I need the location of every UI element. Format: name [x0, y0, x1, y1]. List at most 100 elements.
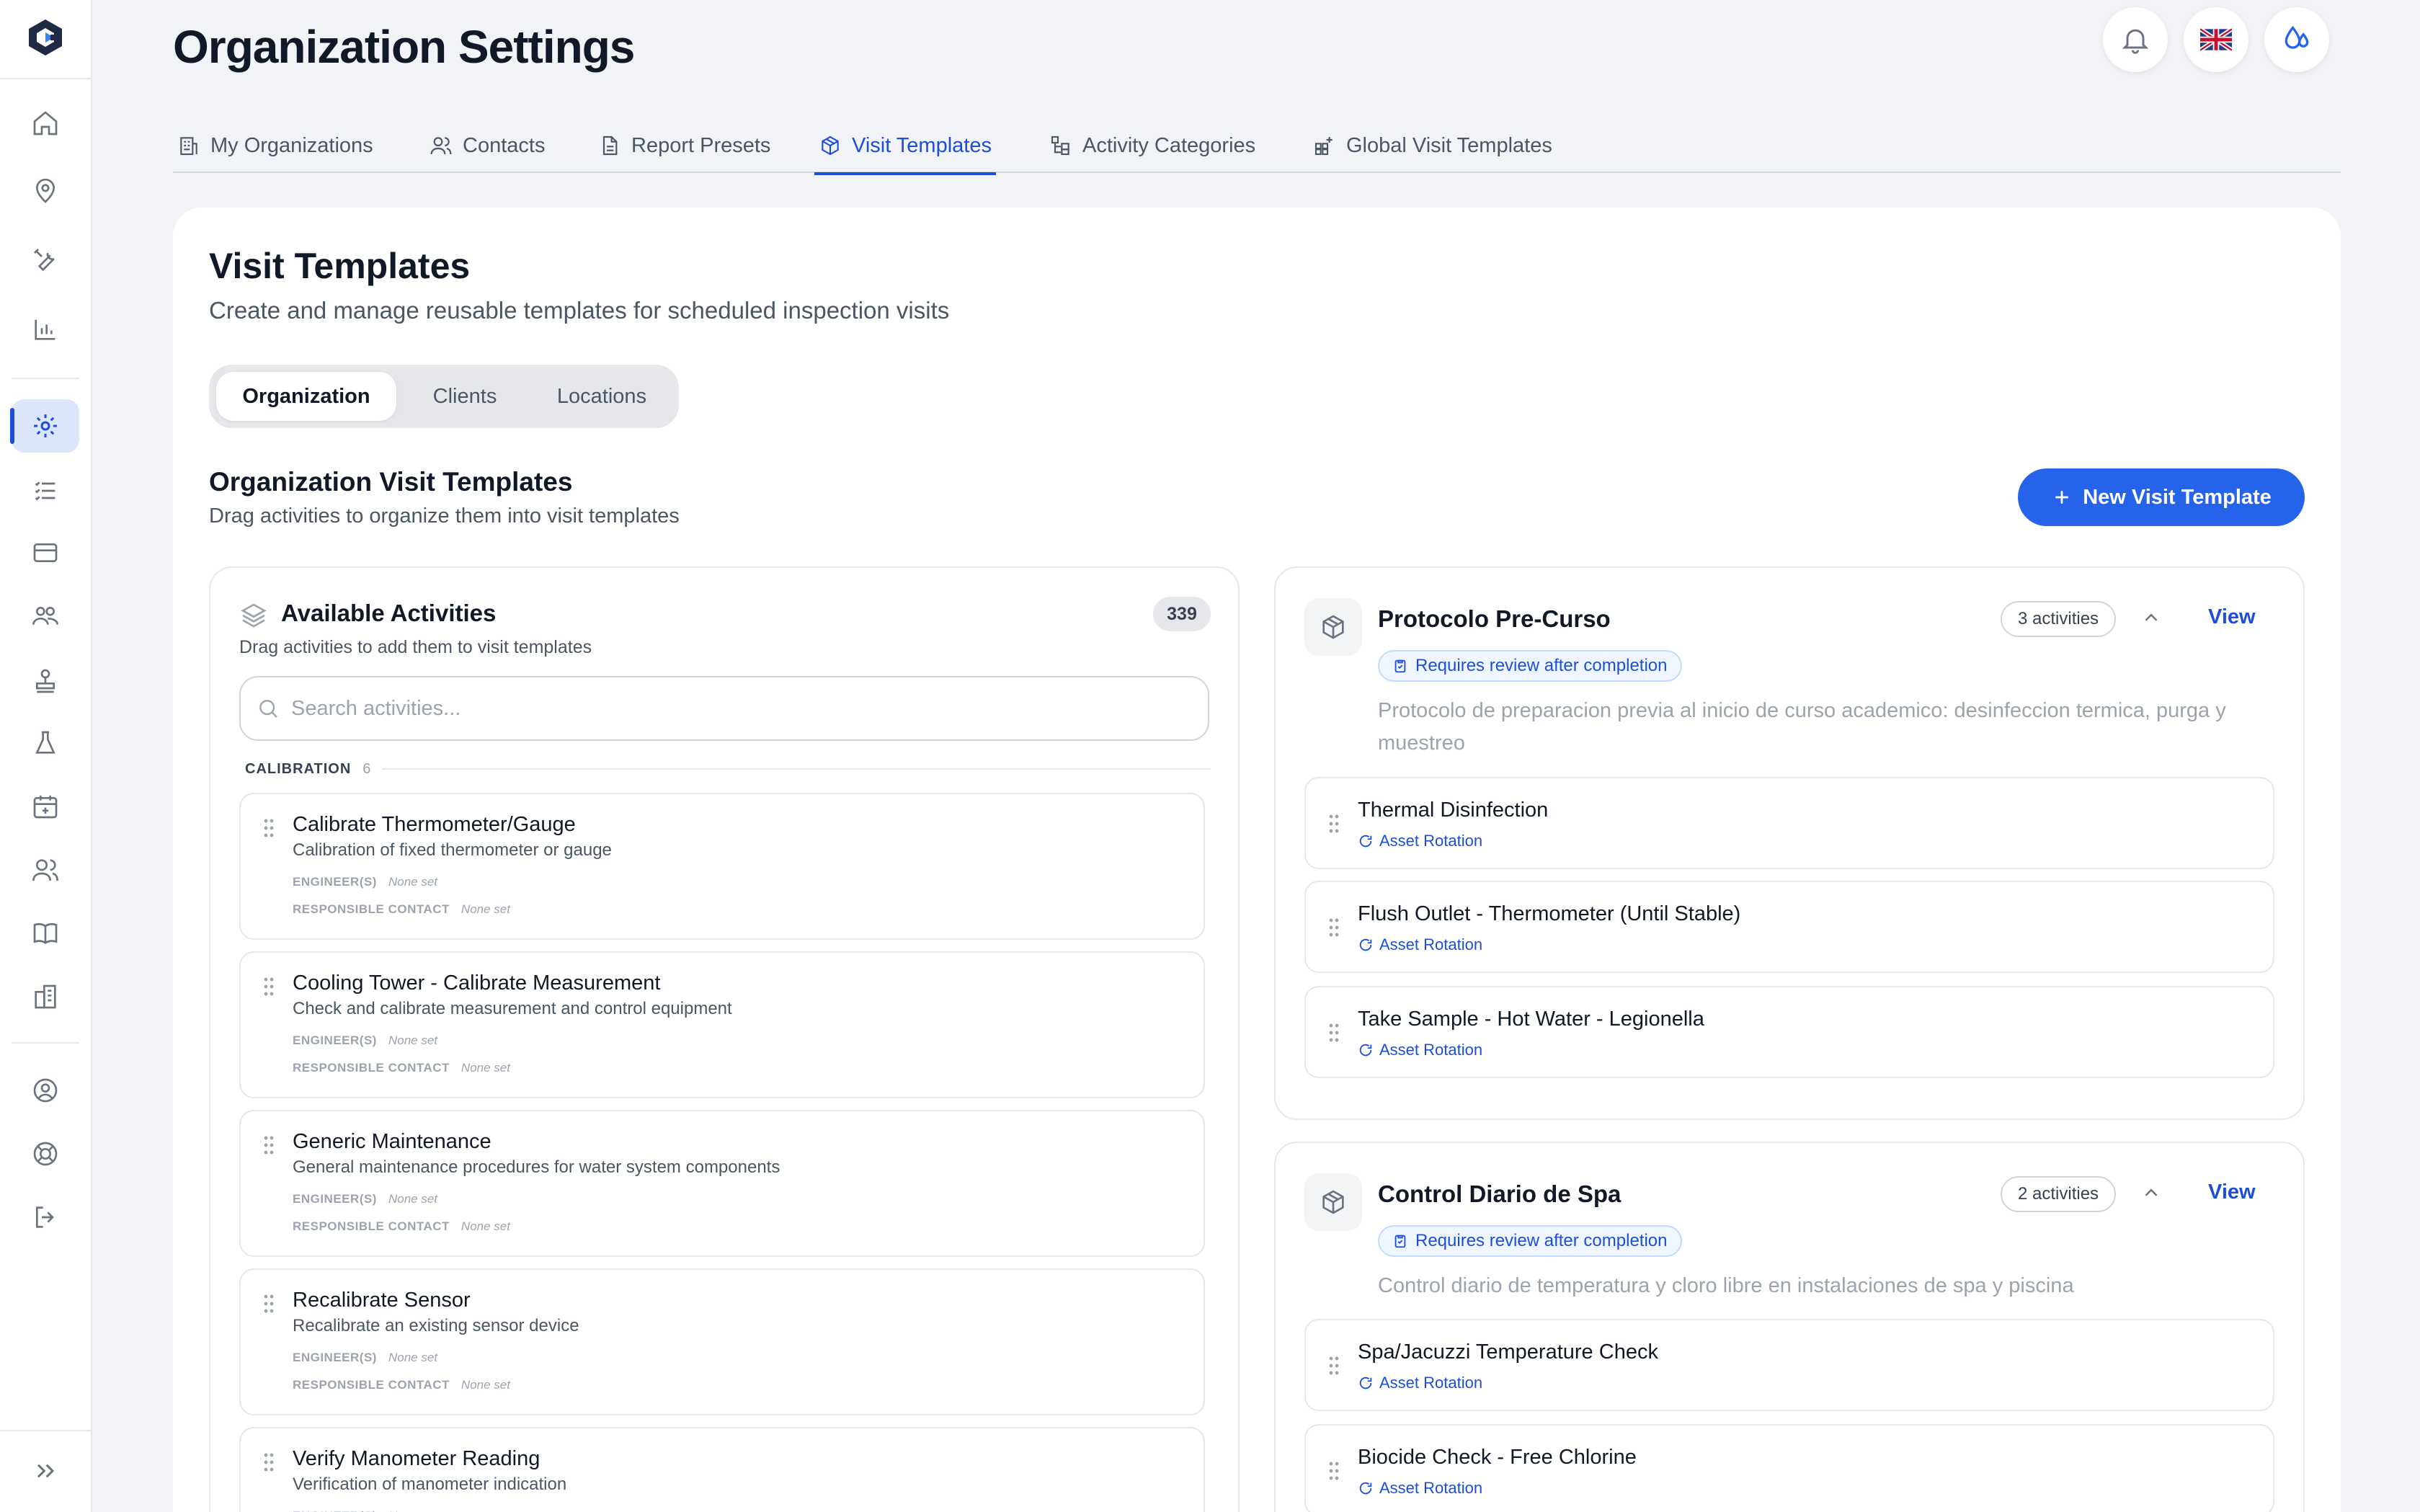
- sidebar-item-docs[interactable]: [12, 907, 79, 960]
- activity-engineers: ENGINEER(S) None set: [293, 1192, 437, 1206]
- sidebar-item-users[interactable]: [12, 843, 79, 897]
- sidebar-item-buildings[interactable]: [12, 970, 79, 1023]
- sidebar-expand-button[interactable]: [12, 1444, 79, 1498]
- sidebar-item-home[interactable]: [12, 97, 79, 150]
- sidebar-item-tasks[interactable]: [12, 464, 79, 517]
- tab-my-organizations[interactable]: My Organizations: [173, 118, 378, 173]
- language-button[interactable]: [2184, 7, 2248, 72]
- sidebar-item-reports[interactable]: [12, 303, 79, 356]
- user-circle-icon: [33, 1078, 58, 1103]
- category-tree-icon: [1051, 135, 1069, 156]
- chevron-up-icon[interactable]: [2140, 1182, 2162, 1204]
- new-visit-template-button[interactable]: New Visit Template: [2018, 468, 2305, 526]
- tab-label: Visit Templates: [852, 133, 992, 157]
- template-activity-count: 2 activities: [2001, 1176, 2117, 1212]
- review-required-badge: Requires review after completion: [1378, 650, 1682, 682]
- asset-rotation-tag: Asset Rotation: [1358, 935, 1482, 954]
- asset-rotation-tag: Asset Rotation: [1358, 1374, 1482, 1392]
- activity-card[interactable]: Generic Maintenance General maintenance …: [239, 1110, 1205, 1257]
- theme-button[interactable]: [2264, 7, 2329, 72]
- tag-label: Asset Rotation: [1379, 832, 1483, 850]
- package-icon: [1322, 1190, 1344, 1214]
- app-logo[interactable]: [26, 17, 65, 58]
- sidebar-item-teams[interactable]: [12, 590, 79, 643]
- asset-rotation-tag: Asset Rotation: [1358, 1041, 1482, 1059]
- sidebar-item-lab[interactable]: [12, 716, 79, 770]
- search-activities-input[interactable]: [291, 696, 1156, 721]
- sidebar-divider: [0, 1430, 92, 1431]
- book-icon: [33, 922, 58, 944]
- activity-description: General maintenance procedures for water…: [293, 1157, 780, 1177]
- sidebar-item-settings[interactable]: [10, 399, 79, 453]
- tab-contacts[interactable]: Contacts: [425, 118, 549, 173]
- credit-card-icon: [33, 543, 58, 562]
- drag-handle-icon[interactable]: [1327, 1355, 1340, 1377]
- logout-icon: [36, 1206, 54, 1228]
- sidebar-item-tools[interactable]: [12, 234, 79, 287]
- tab-label: My Organizations: [210, 133, 373, 157]
- activity-card[interactable]: Calibrate Thermometer/Gauge Calibration …: [239, 793, 1205, 940]
- view-template-link[interactable]: View: [2208, 1180, 2256, 1204]
- segment-organization[interactable]: Organization: [216, 372, 396, 421]
- drag-handle-icon[interactable]: [1327, 1460, 1340, 1482]
- sidebar-item-help[interactable]: [12, 1127, 79, 1180]
- sidebar-item-logout[interactable]: [12, 1191, 79, 1244]
- page-title: Organization Settings: [173, 21, 635, 73]
- users-icon: [32, 859, 58, 881]
- visit-templates-card: Visit Templates Create and manage reusab…: [173, 208, 2341, 1512]
- notifications-button[interactable]: [2103, 7, 2168, 72]
- drag-handle-icon[interactable]: [262, 1293, 275, 1315]
- activity-card[interactable]: Verify Manometer Reading Verification of…: [239, 1427, 1205, 1512]
- tab-global-visit-templates[interactable]: Global Visit Templates: [1309, 118, 1557, 173]
- drag-handle-icon[interactable]: [1327, 1022, 1340, 1044]
- lifebuoy-icon: [33, 1142, 58, 1166]
- meta-value: None set: [461, 1061, 510, 1075]
- template-activity-item[interactable]: Biocide Check - Free Chlorine Asset Rota…: [1304, 1424, 2274, 1512]
- activity-group-header[interactable]: CALIBRATION 6: [245, 758, 1211, 780]
- drag-handle-icon[interactable]: [262, 1134, 275, 1156]
- tab-label: Report Presets: [631, 133, 771, 157]
- tag-label: Asset Rotation: [1379, 1374, 1483, 1392]
- template-activity-item[interactable]: Spa/Jacuzzi Temperature Check Asset Rota…: [1304, 1319, 2274, 1411]
- activity-card[interactable]: Recalibrate Sensor Recalibrate an existi…: [239, 1268, 1205, 1415]
- badge-label: Requires review after completion: [1415, 656, 1668, 675]
- plus-icon: [2055, 491, 2068, 504]
- sidebar-divider: [0, 78, 92, 79]
- template-activity-name: Take Sample - Hot Water - Legionella: [1358, 1008, 1704, 1031]
- chevron-up-icon[interactable]: [2140, 607, 2162, 628]
- segment-locations[interactable]: Locations: [532, 372, 672, 421]
- meta-value: None set: [461, 902, 510, 916]
- drag-handle-icon[interactable]: [262, 1451, 275, 1473]
- tab-activity-categories[interactable]: Activity Categories: [1045, 118, 1260, 173]
- segment-clients[interactable]: Clients: [404, 372, 526, 421]
- template-activity-item[interactable]: Take Sample - Hot Water - Legionella Ass…: [1304, 986, 2274, 1078]
- sidebar-item-billing[interactable]: [12, 526, 79, 579]
- activity-card[interactable]: Cooling Tower - Calibrate Measurement Ch…: [239, 951, 1205, 1098]
- template-activity-item[interactable]: Flush Outlet - Thermometer (Until Stable…: [1304, 881, 2274, 973]
- sidebar-item-locations[interactable]: [12, 164, 79, 218]
- drag-handle-icon[interactable]: [262, 817, 275, 839]
- clipboard-check-icon: [1394, 1235, 1406, 1248]
- sidebar-item-account[interactable]: [12, 1064, 79, 1117]
- drag-handle-icon[interactable]: [1327, 917, 1340, 938]
- droplet-icon: [2285, 25, 2309, 49]
- template-activity-name: Thermal Disinfection: [1358, 799, 1549, 822]
- tab-report-presets[interactable]: Report Presets: [594, 118, 775, 173]
- activity-description: Check and calibrate measurement and cont…: [293, 999, 732, 1018]
- template-activity-item[interactable]: Thermal Disinfection Asset Rotation: [1304, 777, 2274, 869]
- template-description: Protocolo de preparacion previa al inici…: [1378, 699, 2226, 755]
- activity-engineers: ENGINEER(S) None set: [293, 1351, 437, 1365]
- tab-label: Contacts: [463, 133, 546, 157]
- drag-handle-icon[interactable]: [1327, 813, 1340, 835]
- tab-visit-templates[interactable]: Visit Templates: [814, 118, 996, 175]
- sidebar-item-calendar[interactable]: [12, 780, 79, 833]
- meta-label: ENGINEER(S): [293, 1351, 377, 1364]
- search-icon: [259, 700, 277, 718]
- drag-handle-icon[interactable]: [262, 976, 275, 997]
- template-activity-name: Flush Outlet - Thermometer (Until Stable…: [1358, 902, 1741, 925]
- sidebar-item-stamp[interactable]: [12, 654, 79, 708]
- group-count: 6: [362, 760, 371, 777]
- template-name: Control Diario de Spa: [1378, 1180, 1622, 1207]
- view-template-link[interactable]: View: [2208, 605, 2256, 629]
- available-activities-panel: Available Activities 339 Drag activities…: [209, 566, 1240, 1512]
